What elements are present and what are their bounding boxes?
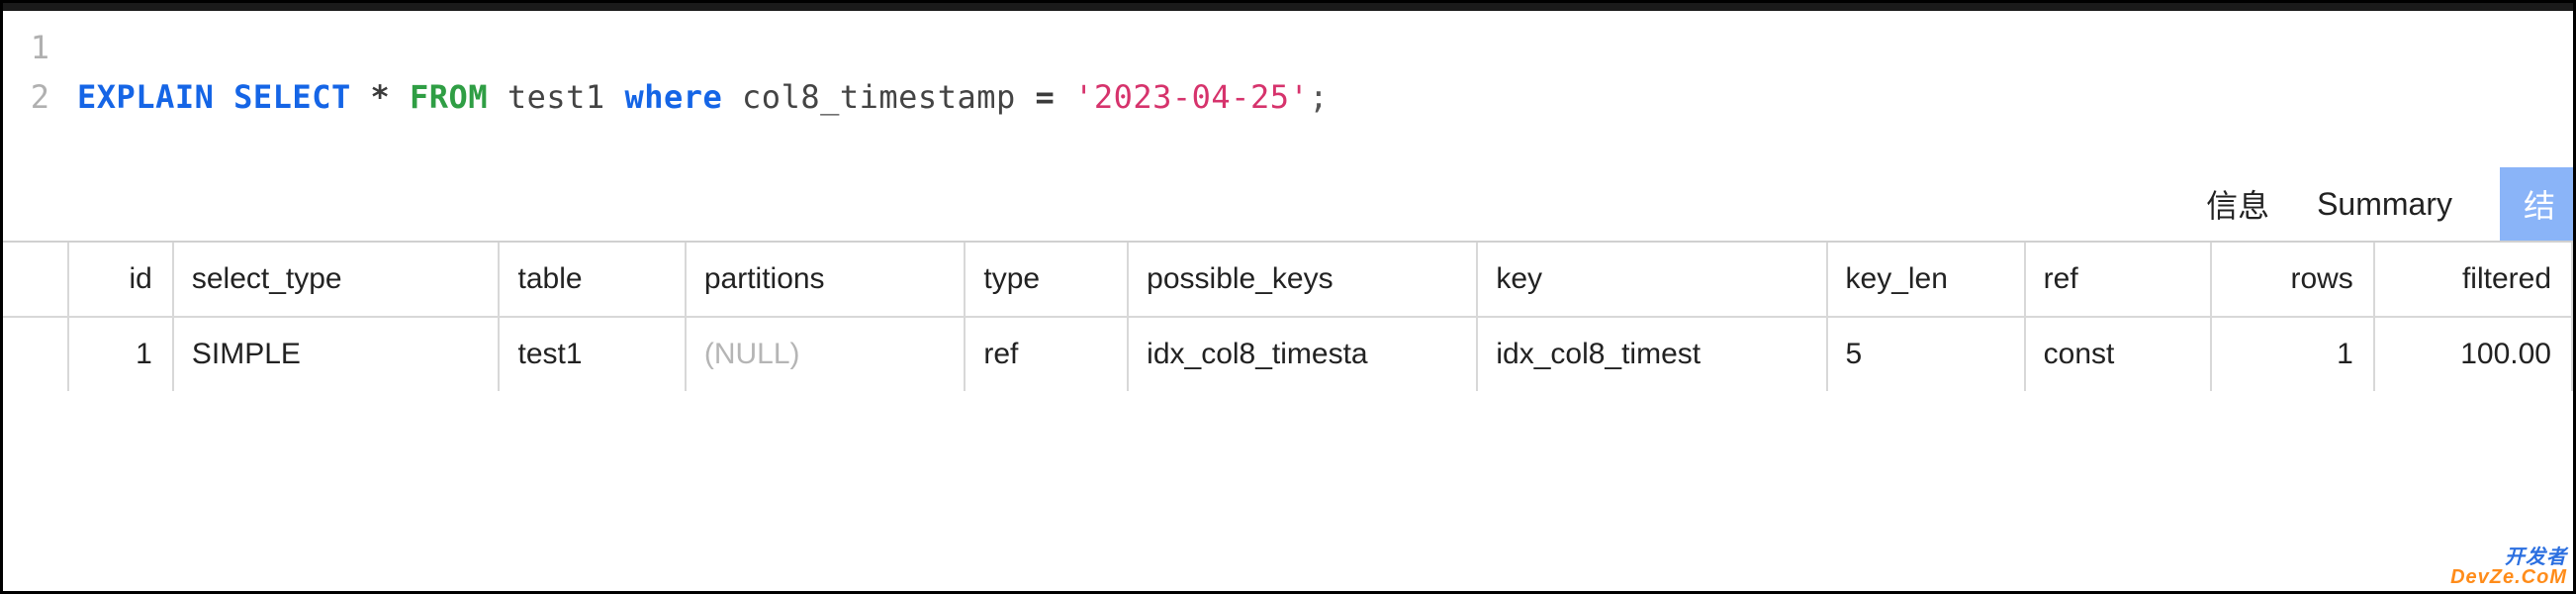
result-table[interactable]: idselect_typetablepartitionstypepossible… [3, 243, 2573, 391]
column-header-key[interactable]: key [1477, 243, 1826, 317]
editor-line: 1 [3, 29, 2573, 78]
row-handle-header [3, 243, 68, 317]
table-name: test1 [507, 78, 605, 116]
tab-result[interactable]: 结 [2500, 167, 2573, 241]
cell-table[interactable]: test1 [499, 317, 685, 391]
cell-key[interactable]: idx_col8_timest [1477, 317, 1826, 391]
keyword-explain: EXPLAIN [77, 78, 214, 116]
editor-line: 2 EXPLAIN SELECT * FROM test1 where col8… [3, 78, 2573, 128]
watermark-line2: DevZe.CoM [2450, 567, 2567, 587]
column-header-table[interactable]: table [499, 243, 685, 317]
cell-rows[interactable]: 1 [2211, 317, 2374, 391]
tab-summary[interactable]: Summary [2317, 186, 2452, 223]
column-header-possible_keys[interactable]: possible_keys [1128, 243, 1477, 317]
keyword-select: SELECT [233, 78, 351, 116]
result-tabs: 信息 Summary 结 [3, 167, 2573, 241]
tab-info[interactable]: 信息 [2206, 181, 2269, 227]
keyword-from: FROM [410, 78, 488, 116]
sql-tool-window: 1 2 EXPLAIN SELECT * FROM test1 where co… [0, 0, 2576, 594]
equals-operator: = [1036, 78, 1056, 116]
column-header-filtered[interactable]: filtered [2374, 243, 2572, 317]
table-header-row: idselect_typetablepartitionstypepossible… [3, 243, 2572, 317]
cell-type[interactable]: ref [965, 317, 1128, 391]
cell-select_type[interactable]: SIMPLE [173, 317, 500, 391]
column-header-rows[interactable]: rows [2211, 243, 2374, 317]
cell-possible_keys[interactable]: idx_col8_timesta [1128, 317, 1477, 391]
row-handle[interactable] [3, 317, 68, 391]
line-content[interactable]: EXPLAIN SELECT * FROM test1 where col8_t… [77, 78, 1329, 116]
cell-id[interactable]: 1 [68, 317, 173, 391]
line-number: 1 [3, 29, 77, 66]
sql-editor[interactable]: 1 2 EXPLAIN SELECT * FROM test1 where co… [3, 11, 2573, 167]
cell-filtered[interactable]: 100.00 [2374, 317, 2572, 391]
column-header-partitions[interactable]: partitions [686, 243, 966, 317]
string-literal: '2023-04-25' [1074, 78, 1309, 116]
cell-ref[interactable]: const [2025, 317, 2211, 391]
window-top-bar [3, 3, 2573, 11]
semicolon: ; [1309, 78, 1329, 116]
column-header-key_len[interactable]: key_len [1827, 243, 2025, 317]
column-header-id[interactable]: id [68, 243, 173, 317]
line-number: 2 [3, 78, 77, 116]
table-row[interactable]: 1SIMPLEtest1(NULL)refidx_col8_timestaidx… [3, 317, 2572, 391]
column-header-type[interactable]: type [965, 243, 1128, 317]
column-header-ref[interactable]: ref [2025, 243, 2211, 317]
cell-key_len[interactable]: 5 [1827, 317, 2025, 391]
watermark-line1: 开发者 [2450, 547, 2567, 567]
column-header-select_type[interactable]: select_type [173, 243, 500, 317]
star-operator: * [370, 78, 390, 116]
column-name: col8_timestamp [742, 78, 1016, 116]
keyword-where: where [624, 78, 722, 116]
watermark: 开发者 DevZe.CoM [2450, 547, 2567, 587]
result-grid: idselect_typetablepartitionstypepossible… [3, 241, 2573, 391]
cell-partitions[interactable]: (NULL) [686, 317, 966, 391]
